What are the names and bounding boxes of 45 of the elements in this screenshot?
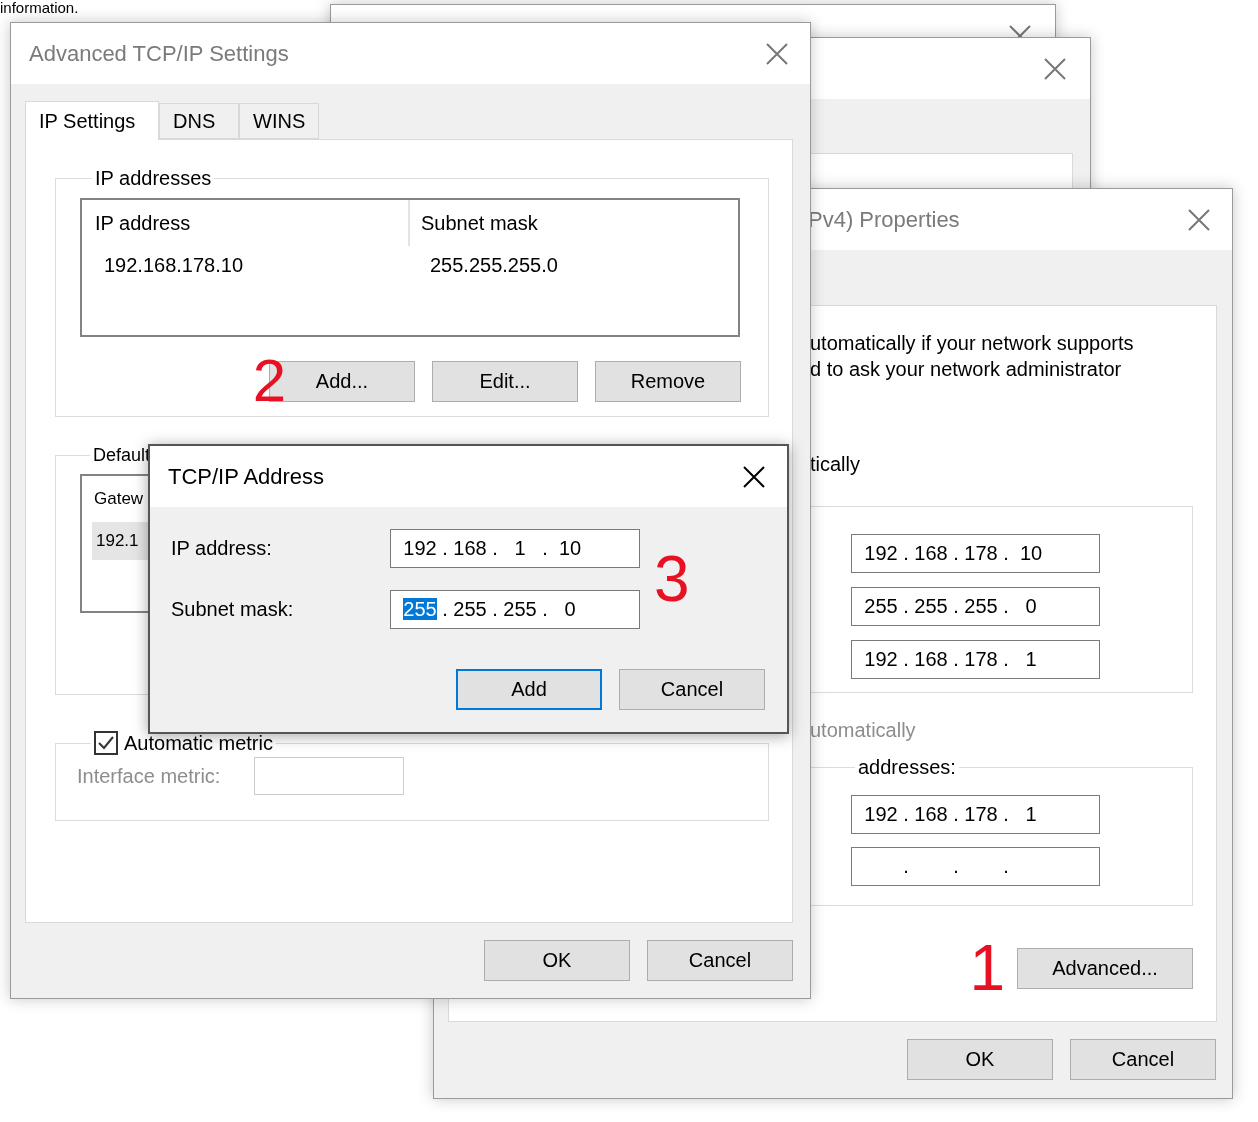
window-title: Advanced TCP/IP Settings [29,40,289,67]
step-number: 3 [654,547,691,611]
ip-address-field[interactable]: 192 . 168 . 178 . 10 [851,534,1100,573]
option-label: tically [810,453,861,476]
dialog-button[interactable]: Add [456,669,602,710]
group-label: Default [93,445,151,466]
dialog-button[interactable]: OK [907,1039,1053,1080]
dialog-button[interactable]: Cancel [1070,1039,1216,1080]
table-cell[interactable]: 192.168.178.10 [92,246,410,284]
ip-address-field[interactable]: 255 . 255 . 255 . 0 [390,590,640,629]
checkbox-label: Automatic metric [124,731,273,755]
option-label: utomatically [810,719,917,742]
tab[interactable]: DNS [159,103,239,139]
field-label: Subnet mask: [171,598,295,621]
list-button[interactable]: Edit... [432,360,578,402]
dialog-button[interactable]: OK [484,940,630,981]
ip-address-field[interactable]: 192 . 168 . 1 . 10 [390,529,640,568]
column-header[interactable]: Subnet mask [410,200,736,246]
close-icon[interactable] [743,465,765,488]
tab[interactable]: IP Settings [25,101,159,140]
input-field[interactable] [254,757,405,795]
ip-address-field[interactable]: 192 . 168 . 178 . 1 [851,795,1100,834]
address-list[interactable]: IP address Subnet mask 192.168.178.10 255.255.255.0 [80,198,740,337]
ip-address-field[interactable]: 192 . 168 . 178 . 1 [851,640,1100,679]
list-button[interactable]: Remove [595,360,741,402]
tab[interactable]: WINS [239,103,319,139]
page-text: information. [0,0,79,15]
field-label: Interface metric: [77,764,221,788]
ip-address-field[interactable]: 255 . 255 . 255 . 0 [851,587,1100,626]
ip-address-field[interactable]: . . . [851,847,1100,886]
group-label: addresses: [858,756,956,779]
field-label: IP address: [171,537,273,560]
table-cell[interactable]: 255.255.255.0 [418,246,736,284]
dialog-button[interactable]: Cancel [619,669,765,710]
selected-text: 255 [403,598,437,620]
column-header[interactable]: IP address [84,200,410,246]
window-title: TCP/IP Address [168,463,325,490]
description-text: utomatically if your network supports [810,331,1135,356]
group-label: IP addresses [95,167,212,190]
checkbox[interactable] [94,731,118,755]
description-text: d to ask your network administrator [810,357,1123,382]
dialog-button[interactable]: Cancel [647,940,793,981]
advanced-button[interactable]: Advanced... [1017,947,1193,989]
check-icon [97,734,115,752]
step-number: 1 [969,936,1005,1000]
